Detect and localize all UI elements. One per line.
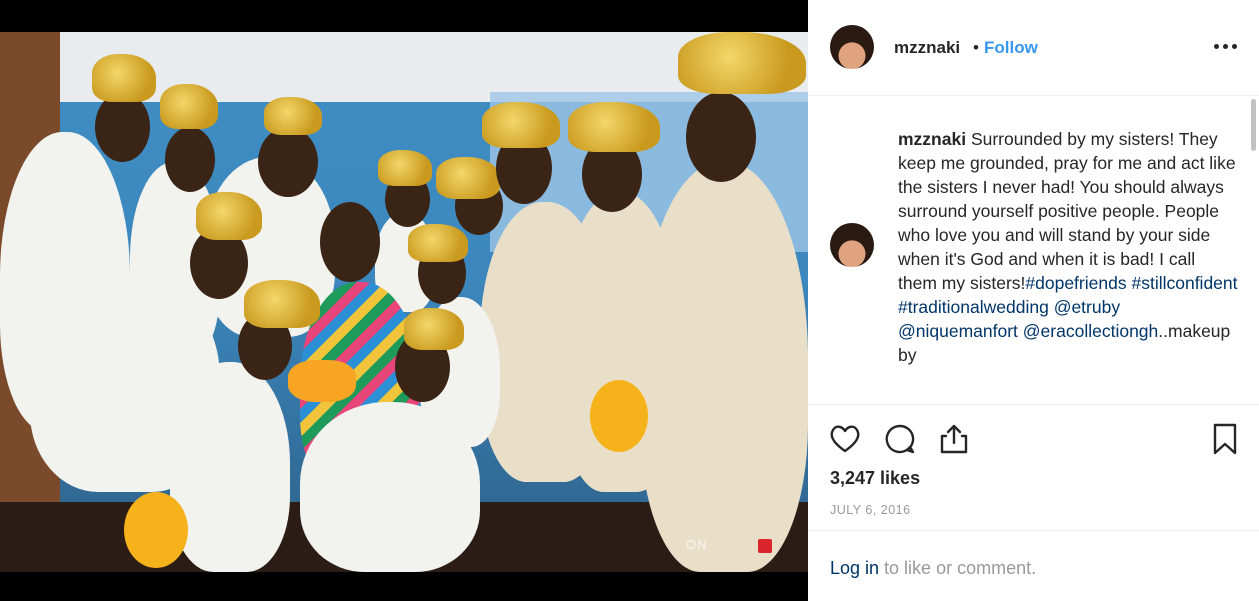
user-avatar[interactable] xyxy=(830,25,874,69)
person-figure xyxy=(300,402,480,572)
caption-tag-link[interactable]: @etruby xyxy=(1054,297,1120,317)
watermark-badge xyxy=(758,539,772,553)
share-icon[interactable] xyxy=(937,422,971,456)
caption-tag-link[interactable]: #traditionalwedding xyxy=(898,297,1049,317)
post-caption: mzznaki Surrounded by my sisters! They k… xyxy=(898,127,1238,367)
headwrap xyxy=(92,54,156,102)
caption-tag-link[interactable]: #stillconfident xyxy=(1131,273,1237,293)
person-figure xyxy=(170,362,290,572)
more-options-icon[interactable] xyxy=(1214,36,1240,56)
headwrap xyxy=(264,97,322,135)
comments-area[interactable]: mzznaki Surrounded by my sisters! They k… xyxy=(808,97,1259,405)
headwrap xyxy=(244,280,320,328)
caption-tag-link[interactable]: #dopefriends xyxy=(1025,273,1126,293)
login-prompt: Log in to like or comment. xyxy=(830,558,1036,579)
header-separator: • xyxy=(973,38,979,57)
post-photo[interactable]: ON xyxy=(0,32,808,572)
person-figure xyxy=(640,162,808,572)
scrollbar-thumb[interactable] xyxy=(1251,99,1256,151)
headwrap xyxy=(678,32,806,94)
caption-tag-link[interactable]: @eracollectiongh xyxy=(1023,321,1158,341)
hand-fan xyxy=(124,492,188,568)
person-head xyxy=(258,127,318,197)
headwrap xyxy=(160,84,218,129)
headwrap xyxy=(378,150,432,186)
bookmark-icon[interactable] xyxy=(1208,422,1242,456)
post-header: mzznaki • Follow xyxy=(808,0,1259,96)
caption-scrollbar[interactable] xyxy=(1251,97,1257,404)
post-panel: mzznaki • Follow mzznaki Surrounded by m… xyxy=(808,0,1259,601)
photo-watermark: ON xyxy=(686,537,708,552)
caption-tag-link[interactable]: @niquemanfort xyxy=(898,321,1018,341)
person-head xyxy=(320,202,380,282)
caption-username[interactable]: mzznaki xyxy=(898,129,966,149)
headwrap xyxy=(408,224,468,262)
follow-button[interactable]: Follow xyxy=(984,38,1038,58)
person-head xyxy=(95,92,150,162)
photo-pane: ON xyxy=(0,0,808,601)
person-head xyxy=(165,127,215,192)
headwrap xyxy=(482,102,560,148)
headwrap xyxy=(568,102,660,152)
post-date[interactable]: JULY 6, 2016 xyxy=(830,503,911,517)
header-username[interactable]: mzznaki xyxy=(894,38,960,58)
post-actions: 3,247 likes JULY 6, 2016 xyxy=(808,406,1259,531)
login-link[interactable]: Log in xyxy=(830,558,879,578)
headwrap xyxy=(404,308,464,350)
comment-icon[interactable] xyxy=(883,422,917,456)
likes-count[interactable]: 3,247 likes xyxy=(830,468,920,489)
person-head xyxy=(686,92,756,182)
caption-avatar[interactable] xyxy=(830,223,874,267)
feather-fan xyxy=(288,360,356,402)
headwrap xyxy=(436,157,500,199)
login-prompt-text: to like or comment. xyxy=(879,558,1037,578)
hand-fan xyxy=(590,380,648,452)
caption-text: Surrounded by my sisters! They keep me g… xyxy=(898,129,1236,293)
headwrap xyxy=(196,192,262,240)
heart-icon[interactable] xyxy=(828,422,862,456)
